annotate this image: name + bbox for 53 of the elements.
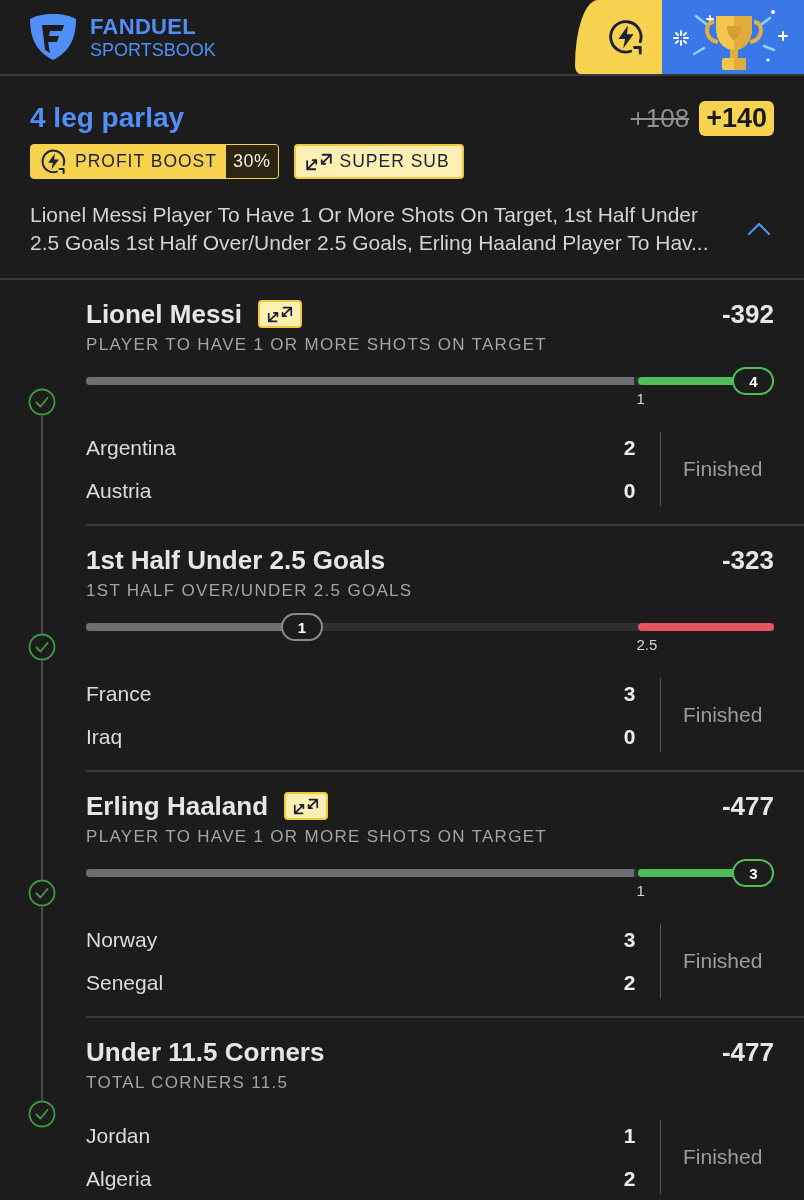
boost-percent: 30% [225,145,278,178]
team-score: 1 [623,1123,636,1148]
boost-label: PROFIT BOOST [75,151,217,172]
logo-icon [28,12,78,62]
team-name: Algeria [86,1166,152,1191]
team-score: 2 [623,970,636,995]
selection-title: Lionel Messi [86,298,243,330]
team-name: Iraq [86,724,123,749]
chevron-up-icon [748,223,770,235]
team-score: 0 [623,478,636,503]
market-name: 1ST HALF OVER/UNDER 2.5 GOALS [86,580,414,602]
lightning-circle-icon [40,148,67,175]
team-score: 3 [623,681,636,706]
profit-boost-button[interactable] [575,0,662,74]
team-score: 2 [623,435,636,460]
progress-thumb: 4 [732,367,775,395]
match-status: Finished [683,1145,763,1169]
product-name: SPORTSBOOK [90,40,216,59]
leg-odds: -477 [721,1036,774,1068]
parlay-description: Lionel Messi Player To Have 1 Or More Shots On Target, 1st Half Under 2.5 Goals 1st Half Over/Under 2.5 Goals, Erling Haaland Player To Hav... [30,202,710,256]
boost-label: SUPER SUB [339,151,450,172]
leg-odds: -477 [721,790,774,822]
market-name: TOTAL CORNERS 11.5 [86,1072,290,1094]
match-status: Finished [683,703,763,727]
market-name: PLAYER TO HAVE 1 OR MORE SHOTS ON TARGET [86,826,549,848]
team-score: 3 [623,927,636,952]
leg-odds: -392 [721,298,774,330]
brand-name: FANDUEL [90,15,197,38]
selection-title: Erling Haaland [86,790,269,822]
team-score: 2 [623,1166,636,1191]
line-value: 1 [636,883,645,899]
team-score: 0 [623,724,636,749]
team-name: Senegal [86,970,164,995]
lightning-circle-icon [607,18,645,56]
team-name: Austria [86,478,152,503]
team-name: Jordan [86,1123,151,1148]
match-status: Finished [683,457,763,481]
original-odds: +108 [630,102,690,134]
team-name: Argentina [86,435,176,460]
selection-title: Under 11.5 Corners [86,1036,325,1068]
boosted-odds: +140 [699,100,774,136]
swap-arrows-icon [303,151,334,172]
progress-thumb: 1 [281,613,324,641]
progress-thumb: 3 [732,859,775,887]
team-name: France [86,681,152,706]
leg-odds: -323 [721,544,774,576]
line-value: 2.5 [636,637,658,653]
market-name: PLAYER TO HAVE 1 OR MORE SHOTS ON TARGET [86,334,549,356]
selection-title: 1st Half Under 2.5 Goals [86,544,386,576]
match-status: Finished [683,949,763,973]
parlay-title: 4 leg parlay [30,102,185,134]
line-value: 1 [636,391,645,407]
team-name: Norway [86,927,158,952]
